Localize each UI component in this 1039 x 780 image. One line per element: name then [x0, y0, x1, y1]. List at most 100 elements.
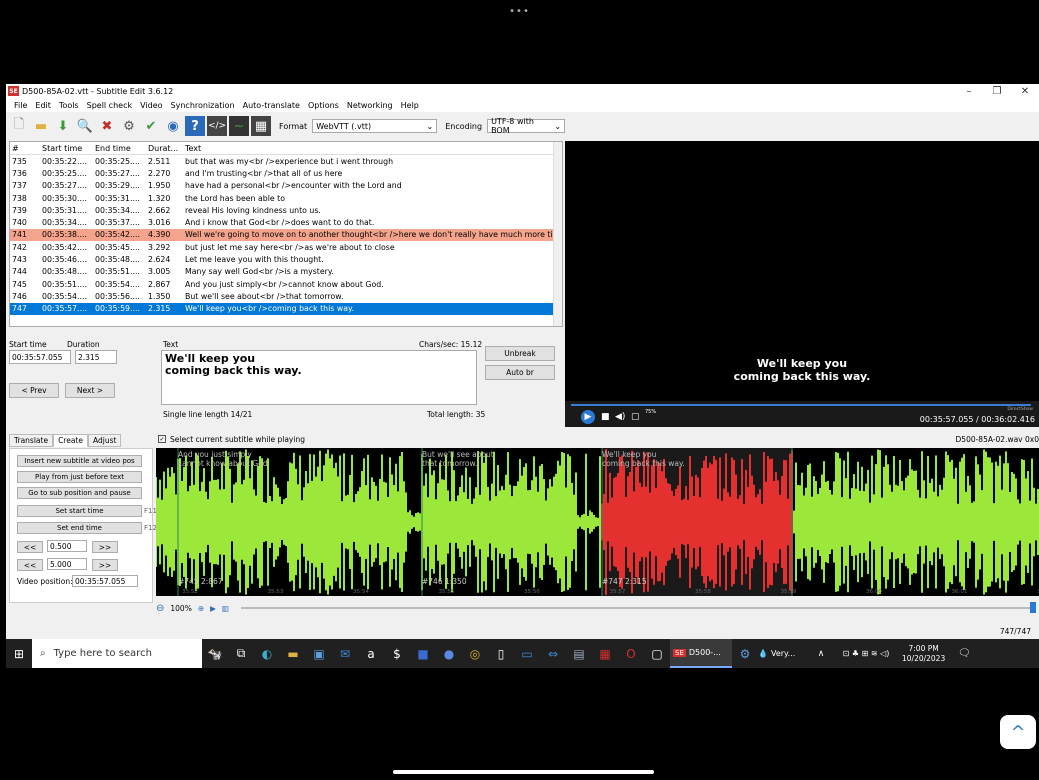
- segment-747-text[interactable]: We'll keep you coming back this way.: [602, 450, 685, 468]
- menu-edit[interactable]: Edit: [31, 101, 55, 110]
- select-current-checkbox[interactable]: ✓: [158, 435, 166, 443]
- table-row[interactable]: 747 00:35:57.... 00:35:59.... 2.315 We'll ke…: [10, 302, 562, 315]
- menu-tools[interactable]: Tools: [55, 101, 83, 110]
- slider-thumb[interactable]: [1030, 602, 1036, 613]
- multitasking-dots[interactable]: •••: [0, 6, 1039, 17]
- step-large-input[interactable]: 5.000: [47, 558, 87, 570]
- app-window-icon[interactable]: ▢: [646, 643, 668, 665]
- table-row[interactable]: 739 00:35:31.... 00:35:34.... 2.662 reveal H…: [10, 204, 562, 216]
- segment-746-text[interactable]: But we'll see about that tomorrow.: [422, 450, 494, 468]
- new-file-icon[interactable]: 🗋: [9, 116, 29, 136]
- volume-icon[interactable]: ◀): [615, 412, 625, 422]
- col-start-time[interactable]: Start time: [40, 144, 93, 153]
- menu-synchronization[interactable]: Synchronization: [167, 101, 239, 110]
- duration-input[interactable]: 2.315: [75, 350, 117, 364]
- chrome-icon[interactable]: ◎: [464, 643, 486, 665]
- open-folder-icon[interactable]: ▬: [31, 116, 51, 136]
- prev-button[interactable]: < Prev: [9, 383, 59, 398]
- table-row[interactable]: 742 00:35:42.... 00:35:45.... 3.292 but just…: [10, 241, 562, 253]
- back-large-button[interactable]: <<: [17, 559, 43, 571]
- next-button[interactable]: Next >: [65, 383, 115, 398]
- format-select[interactable]: WebVTT (.vtt) ⌄: [312, 119, 438, 133]
- menu-spell-check[interactable]: Spell check: [83, 101, 137, 110]
- video-position-input[interactable]: 00:35:57.055: [72, 575, 138, 587]
- set-start-button[interactable]: Set start time: [17, 505, 142, 517]
- menu-options[interactable]: Options: [304, 101, 343, 110]
- insert-subtitle-button[interactable]: Insert new subtitle at video pos: [17, 455, 142, 467]
- video-progress[interactable]: [571, 404, 1031, 406]
- table-row[interactable]: 743 00:35:46.... 00:35:48.... 2.624 Let me l…: [10, 253, 562, 265]
- menu-file[interactable]: File: [10, 101, 31, 110]
- waveform-graph[interactable]: [156, 448, 1039, 596]
- col-text[interactable]: Text: [183, 144, 562, 153]
- spectrogram-icon[interactable]: ▥: [222, 604, 229, 613]
- waveform-toggle-icon[interactable]: ~: [229, 116, 249, 136]
- teamviewer-icon[interactable]: ⇔: [542, 643, 564, 665]
- dollar-icon[interactable]: $: [386, 643, 408, 665]
- help-icon[interactable]: ?: [185, 116, 205, 136]
- vtt-icon[interactable]: ◉: [163, 116, 183, 136]
- app-cog-icon[interactable]: ⚙: [734, 643, 756, 665]
- restore-button[interactable]: ❐: [983, 84, 1011, 98]
- taskbar-clock[interactable]: 7:00 PM 10/20/2023: [902, 644, 945, 664]
- table-row[interactable]: 735 00:35:22.... 00:35:25.... 2.511 but that…: [10, 155, 562, 167]
- close-button[interactable]: ✕: [1011, 84, 1039, 98]
- task-view-icon[interactable]: ⧉: [230, 643, 252, 665]
- auto-br-button[interactable]: Auto br: [485, 365, 555, 380]
- col-duration[interactable]: Durat...: [146, 144, 183, 153]
- taskbar-weather[interactable]: 💧 Very...: [758, 649, 808, 658]
- table-row[interactable]: 736 00:35:25.... 00:35:27.... 2.270 and I'm …: [10, 167, 562, 179]
- file-explorer-icon[interactable]: ▬: [282, 643, 304, 665]
- mail-icon[interactable]: ✉: [334, 643, 356, 665]
- set-end-button[interactable]: Set end time: [17, 522, 142, 534]
- find-icon[interactable]: 🔍: [75, 116, 95, 136]
- segment-745-text[interactable]: And you just simply cannot know about God…: [178, 450, 270, 468]
- start-time-input[interactable]: 00:35:57.055: [9, 350, 71, 364]
- notification-icon[interactable]: 🗨: [953, 643, 975, 665]
- video-player[interactable]: We'll keep you coming back this way. ▶ ■…: [565, 141, 1039, 427]
- minimize-button[interactable]: –: [955, 84, 983, 98]
- table-row[interactable]: 744 00:35:48.... 00:35:51.... 3.005 Many say…: [10, 266, 562, 278]
- menu-video[interactable]: Video: [136, 101, 166, 110]
- home-indicator[interactable]: [393, 770, 654, 774]
- app-blue-icon[interactable]: ■: [412, 643, 434, 665]
- document-icon[interactable]: ▯: [490, 643, 512, 665]
- stop-icon[interactable]: ■: [601, 412, 610, 422]
- taskbar-search[interactable]: ⌕ Type here to search: [32, 639, 202, 668]
- scroll-up-button[interactable]: ^: [1000, 715, 1036, 749]
- step-small-input[interactable]: 0.500: [47, 540, 87, 552]
- menu-help[interactable]: Help: [397, 101, 423, 110]
- table-row[interactable]: 740 00:35:34.... 00:35:37.... 3.016 And i kn…: [10, 216, 562, 228]
- table-row[interactable]: 746 00:35:54.... 00:35:56.... 1.350 But we'l…: [10, 290, 562, 302]
- menu-networking[interactable]: Networking: [343, 101, 397, 110]
- table-row[interactable]: 738 00:35:30.... 00:35:31.... 1.320 the Lord…: [10, 192, 562, 204]
- spell-check-icon[interactable]: ✔: [141, 116, 161, 136]
- amazon-icon[interactable]: a: [360, 643, 382, 665]
- fullscreen-icon[interactable]: ▢: [631, 412, 640, 422]
- waveform-position-slider[interactable]: [241, 602, 1036, 613]
- subtitle-text-input[interactable]: We'll keep you coming back this way.: [161, 350, 477, 405]
- app-circle-icon[interactable]: ●: [438, 643, 460, 665]
- subtitle-list[interactable]: # Start time End time Durat... Text 735 0…: [9, 141, 563, 327]
- waveform-panel[interactable]: And you just simply cannot know about God…: [156, 448, 1039, 596]
- app-square-icon[interactable]: ▤: [568, 643, 590, 665]
- play-selection-icon[interactable]: ▶: [210, 604, 216, 613]
- fwd-large-button[interactable]: >>: [92, 559, 118, 571]
- save-icon[interactable]: ⬇: [53, 116, 73, 136]
- edge-icon[interactable]: ◐: [256, 643, 278, 665]
- tab-adjust[interactable]: Adjust: [87, 434, 122, 447]
- zoom-in-icon[interactable]: ⊕: [198, 604, 204, 613]
- pdf-icon[interactable]: ▦: [594, 643, 616, 665]
- replace-icon[interactable]: ✖: [97, 116, 117, 136]
- tray-icons[interactable]: ⊡ ♣ ⊞ ≋ ◁): [836, 643, 896, 665]
- back-small-button[interactable]: <<: [17, 541, 43, 553]
- table-row[interactable]: 741 00:35:38.... 00:35:42.... 4.390 Well we'…: [10, 228, 562, 242]
- tab-translate[interactable]: Translate: [9, 434, 54, 447]
- fix-errors-icon[interactable]: ⚙: [119, 116, 139, 136]
- table-row[interactable]: 737 00:35:27.... 00:35:29.... 1.950 have had…: [10, 180, 562, 192]
- monitor-icon[interactable]: ▭: [516, 643, 538, 665]
- tray-chevron-icon[interactable]: ∧: [810, 643, 832, 665]
- table-row[interactable]: 745 00:35:51.... 00:35:54.... 2.867 And you …: [10, 278, 562, 290]
- opera-icon[interactable]: O: [620, 643, 642, 665]
- play-before-button[interactable]: Play from just before text: [17, 471, 142, 483]
